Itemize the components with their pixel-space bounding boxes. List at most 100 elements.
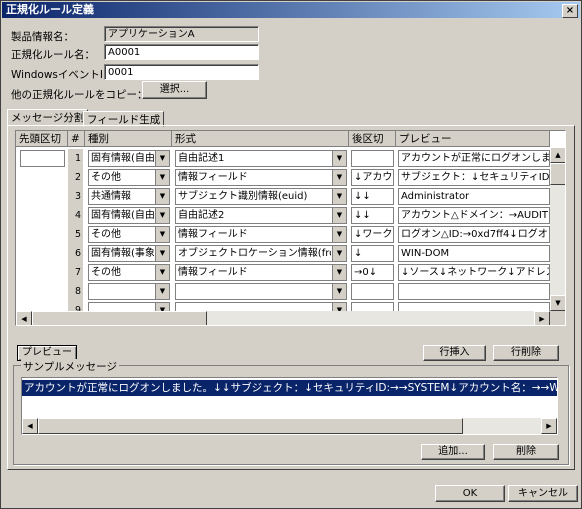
table-row: 8 ▼ ▼: [16, 282, 550, 302]
rule-name-label: 正規化ルール名：: [11, 49, 95, 61]
table-row: 7 その他 ▼ 情報フィールド ▼ →0↓↓ソース↓ネットワーク↓アドレス：↓12: [16, 263, 550, 283]
grid-vertical-scrollbar[interactable]: ▲ ▼: [550, 147, 565, 311]
kind-select[interactable]: その他 ▼: [88, 226, 170, 243]
chevron-down-icon[interactable]: ▼: [332, 284, 346, 299]
suffix-input[interactable]: ↓↓: [351, 188, 394, 205]
cancel-button[interactable]: キャンセル: [508, 485, 578, 502]
preview-cell: Administrator: [398, 188, 550, 205]
suffix-input[interactable]: ↓↓: [351, 207, 394, 224]
suffix-input[interactable]: ↓: [351, 245, 394, 262]
row-number: 5: [68, 225, 83, 244]
preview-cell: ログオン△ID:→0xd7ff4↓ログオン: [398, 226, 550, 243]
sample-message-label: サンプルメッセージ: [21, 359, 119, 374]
arrow-left-icon[interactable]: ◀: [22, 418, 38, 434]
preview-cell: アカウントが正常にログオンしました: [398, 150, 550, 167]
format-select-value: 自由記述1: [178, 153, 225, 164]
format-select-value: 自由記述2: [178, 210, 225, 221]
sample-message-list[interactable]: アカウントが正常にログオンしました。↓↓サブジェクト：↓セキュリティID:→→S…: [21, 377, 558, 435]
row-number: 1: [68, 149, 83, 168]
chevron-down-icon[interactable]: ▼: [332, 189, 346, 204]
preview-cell: [398, 283, 550, 300]
delete-row-button[interactable]: 行削除: [493, 345, 559, 361]
grid-horizontal-scrollbar[interactable]: ◀ ▶: [16, 311, 550, 325]
preview-cell: アカウント△ドメイン：→AUDIT: [398, 207, 550, 224]
format-select[interactable]: サブジェクト識別情報(euid) ▼: [175, 188, 347, 205]
format-select[interactable]: 情報フィールド ▼: [175, 169, 347, 186]
arrow-right-icon[interactable]: ▶: [541, 418, 557, 434]
kind-select[interactable]: 共通情報 ▼: [88, 188, 170, 205]
kind-select-value: 固有情報(自由): [91, 210, 154, 221]
chevron-down-icon[interactable]: ▼: [155, 208, 169, 223]
scroll-thumb[interactable]: [550, 163, 565, 185]
preview-cell: WIN-DOM: [398, 245, 550, 262]
format-select[interactable]: 情報フィールド ▼: [175, 226, 347, 243]
sample-message-item[interactable]: アカウントが正常にログオンしました。↓↓サブジェクト：↓セキュリティID:→→S…: [22, 380, 557, 396]
header-prefix: 先頭区切: [16, 131, 68, 147]
suffix-input[interactable]: ↓アカウ: [351, 169, 394, 186]
kind-select[interactable]: 固有情報(事象) ▼: [88, 245, 170, 262]
kind-select[interactable]: 固有情報(自由) ▼: [88, 150, 170, 167]
chevron-down-icon[interactable]: ▼: [332, 151, 346, 166]
scroll-thumb[interactable]: [32, 311, 207, 325]
suffix-input[interactable]: ↓ワーク: [351, 226, 394, 243]
format-select-value: 情報フィールド: [178, 229, 248, 240]
product-label: 製品情報名：: [11, 31, 74, 43]
suffix-input[interactable]: [351, 283, 394, 300]
row-number: 3: [68, 187, 83, 206]
format-select-value: 情報フィールド: [178, 267, 248, 278]
close-button[interactable]: ×: [562, 4, 578, 18]
kind-select-value: 共通情報: [91, 191, 131, 202]
chevron-down-icon[interactable]: ▼: [332, 265, 346, 280]
format-select-value: 情報フィールド: [178, 172, 248, 183]
scroll-thumb[interactable]: [38, 418, 463, 434]
chevron-down-icon[interactable]: ▼: [155, 265, 169, 280]
row-number: 8: [68, 282, 83, 301]
kind-select[interactable]: その他 ▼: [88, 264, 170, 281]
tab-message-split[interactable]: メッセージ分割: [7, 109, 89, 126]
row-number: 2: [68, 168, 83, 187]
add-button[interactable]: 追加...: [421, 444, 485, 460]
arrow-down-icon[interactable]: ▼: [550, 295, 565, 311]
chevron-down-icon[interactable]: ▼: [155, 189, 169, 204]
format-select-value: サブジェクト識別情報(euid): [178, 191, 308, 202]
format-select[interactable]: 自由記述2 ▼: [175, 207, 347, 224]
chevron-down-icon[interactable]: ▼: [155, 246, 169, 261]
arrow-up-icon[interactable]: ▲: [550, 147, 565, 163]
rule-definition-window: 正規化ルール定義 × 製品情報名： アプリケーションA 正規化ルール名： A00…: [0, 0, 582, 509]
rule-name-input[interactable]: A0001: [104, 44, 259, 60]
format-select[interactable]: ▼: [175, 283, 347, 300]
preview-cell: ↓ソース↓ネットワーク↓アドレス：↓12: [398, 264, 550, 281]
chevron-down-icon[interactable]: ▼: [155, 170, 169, 185]
header-kind: 種別: [85, 131, 172, 147]
delete-button[interactable]: 削除: [493, 444, 559, 460]
chevron-down-icon[interactable]: ▼: [155, 151, 169, 166]
arrow-left-icon[interactable]: ◀: [16, 311, 32, 325]
kind-select[interactable]: 固有情報(自由) ▼: [88, 207, 170, 224]
chevron-down-icon[interactable]: ▼: [332, 246, 346, 261]
table-row: 6固有情報(事象)▼オブジェクトロケーション情報(from)▼↓WIN-DOM: [16, 244, 550, 264]
arrow-right-icon[interactable]: ▶: [534, 311, 550, 325]
header-format: 形式: [172, 131, 349, 147]
format-select[interactable]: 自由記述1 ▼: [175, 150, 347, 167]
copy-rule-label: 他の正規化ルールをコピー：: [11, 89, 148, 101]
chevron-down-icon[interactable]: ▼: [332, 208, 346, 223]
table-row: 3 共通情報 ▼ サブジェクト識別情報(euid) ▼ ↓↓ Administrator: [16, 187, 550, 207]
kind-select[interactable]: ▼: [88, 283, 170, 300]
chevron-down-icon[interactable]: ▼: [332, 170, 346, 185]
insert-row-button[interactable]: 行挿入: [423, 345, 486, 361]
tab-label: メッセージ分割: [11, 112, 85, 124]
sample-horizontal-scrollbar[interactable]: ◀ ▶: [22, 418, 557, 434]
format-select[interactable]: 情報フィールド ▼: [175, 264, 347, 281]
select-button[interactable]: 選択...: [142, 81, 207, 99]
format-select[interactable]: オブジェクトロケーション情報(from)▼: [175, 245, 347, 262]
chevron-down-icon[interactable]: ▼: [155, 227, 169, 242]
format-select-value: オブジェクトロケーション情報(from): [178, 248, 331, 259]
kind-select[interactable]: その他 ▼: [88, 169, 170, 186]
suffix-input[interactable]: [351, 150, 394, 167]
chevron-down-icon[interactable]: ▼: [155, 284, 169, 299]
kind-select-value: その他: [91, 172, 121, 183]
ok-button[interactable]: OK: [435, 485, 505, 502]
chevron-down-icon[interactable]: ▼: [332, 227, 346, 242]
event-id-input[interactable]: 0001: [104, 64, 259, 80]
suffix-input[interactable]: →0↓: [351, 264, 394, 281]
